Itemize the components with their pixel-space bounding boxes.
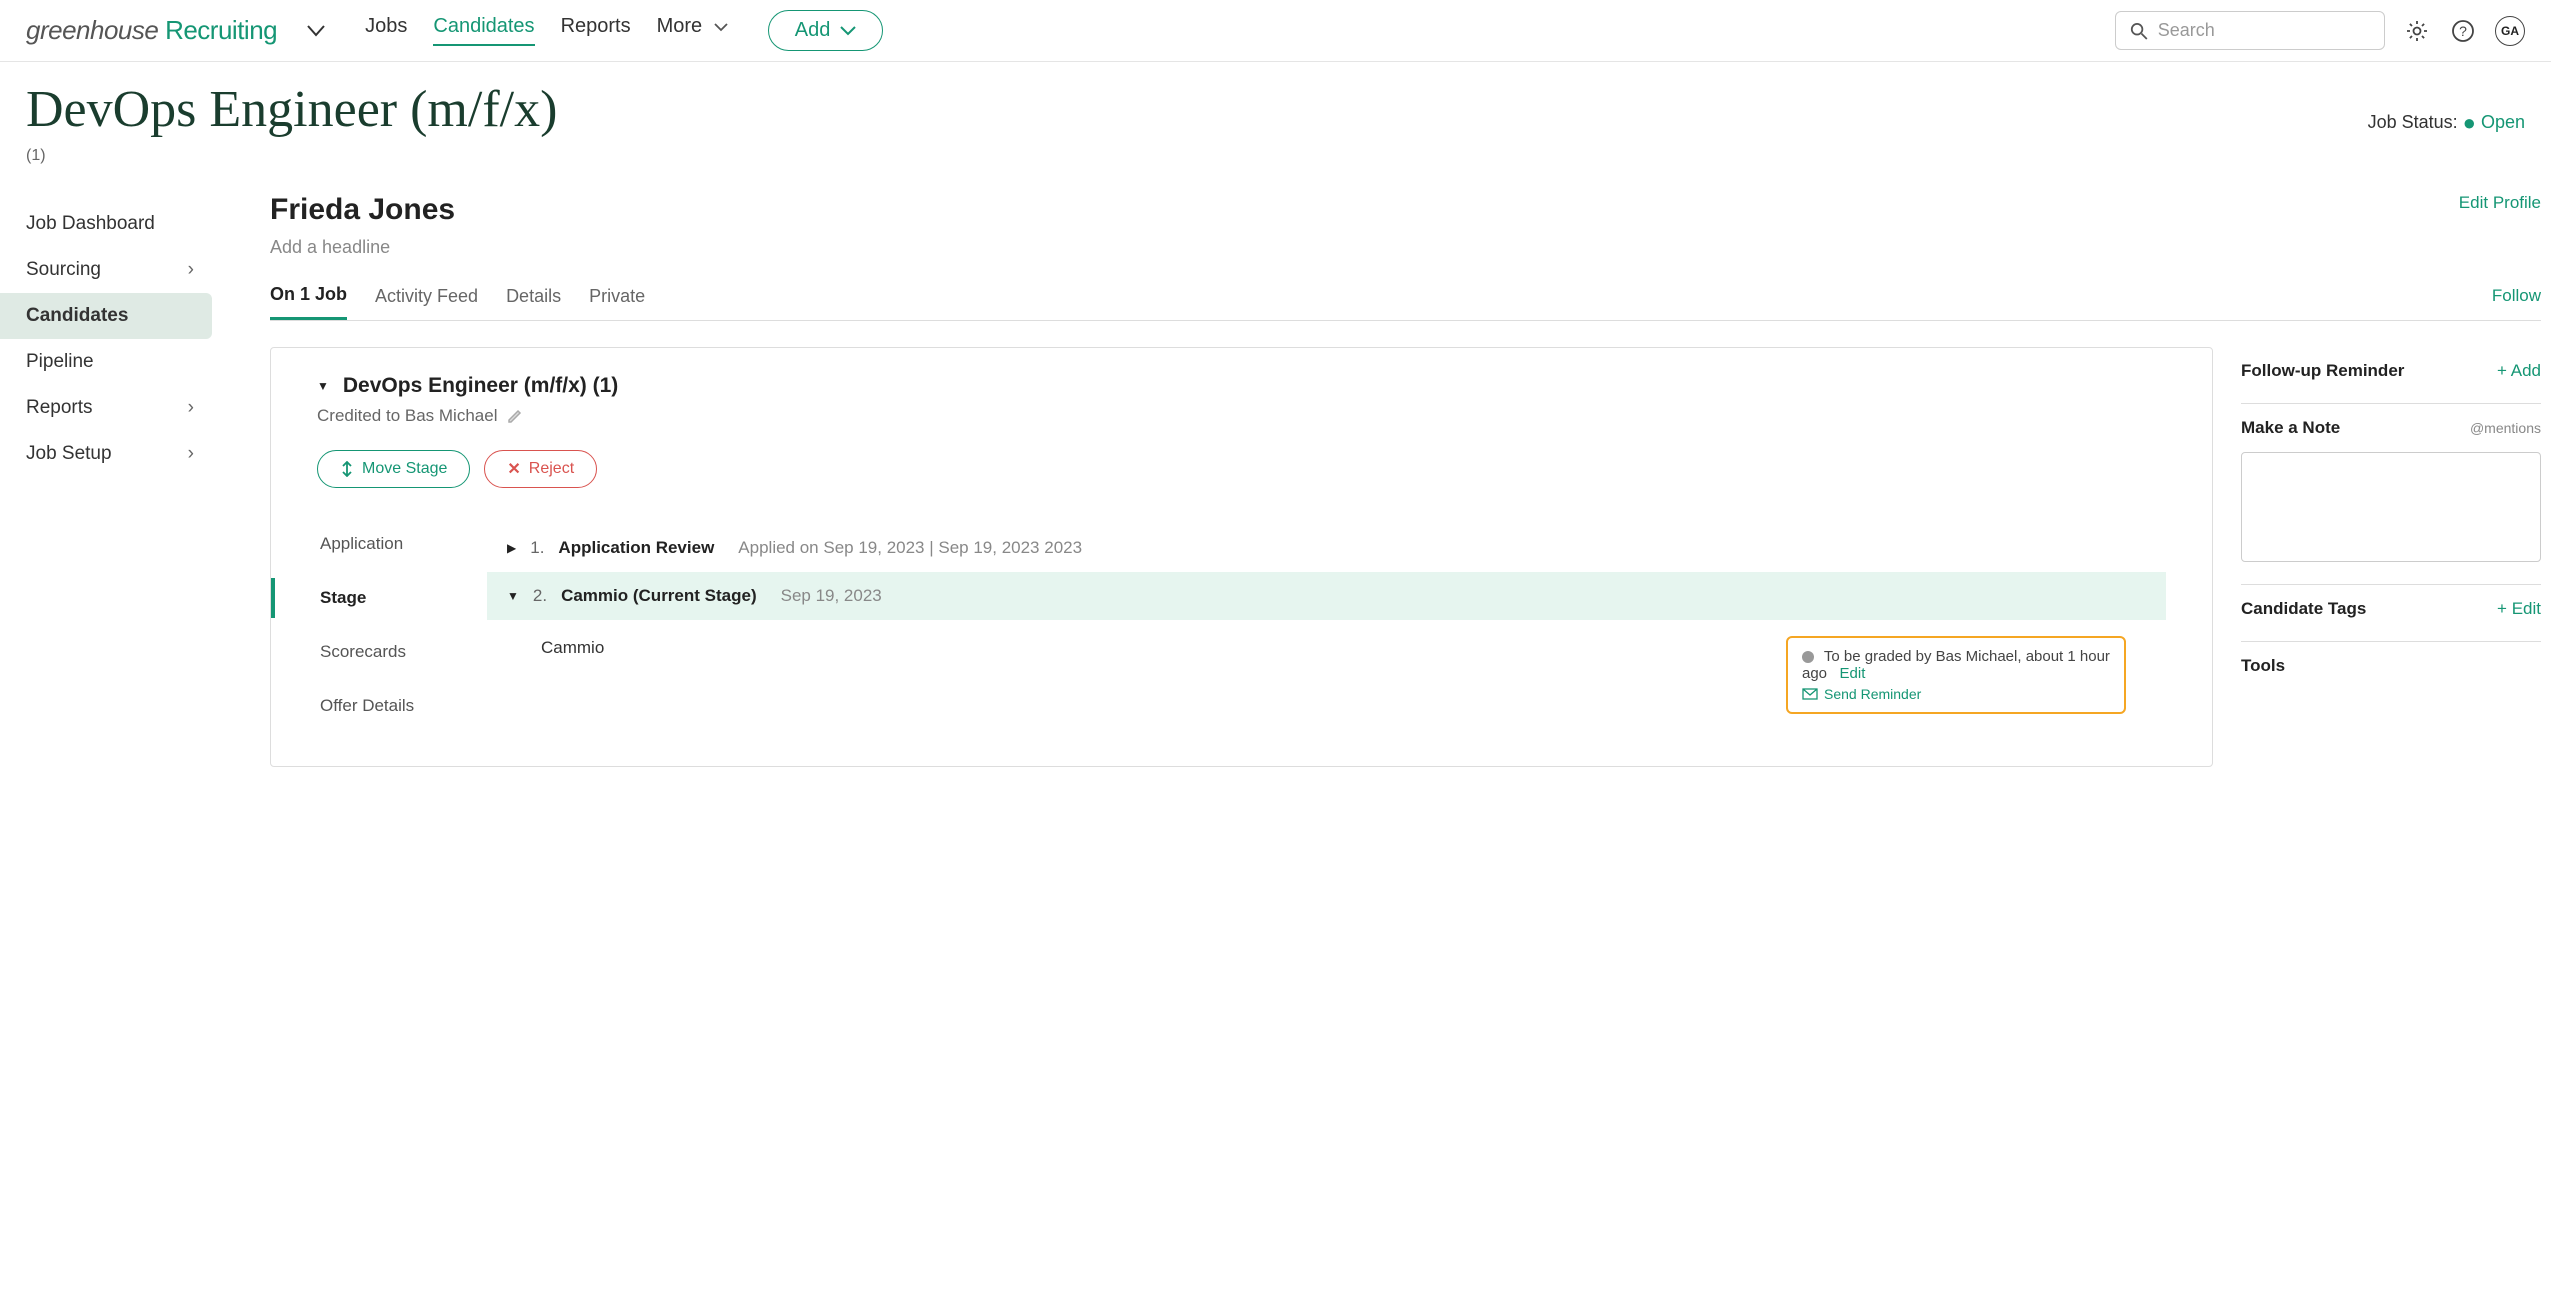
search-input[interactable] bbox=[2158, 20, 2370, 41]
help-icon: ? bbox=[2451, 19, 2475, 43]
sub-stage-label: Cammio bbox=[541, 628, 604, 658]
page-title: DevOps Engineer (m/f/x) bbox=[26, 80, 557, 139]
tab-on-job[interactable]: On 1 Job bbox=[270, 284, 347, 320]
chevron-right-icon: › bbox=[188, 443, 194, 465]
pencil-icon bbox=[507, 408, 523, 424]
chevron-down-icon bbox=[714, 23, 728, 32]
stage-nav-scorecards[interactable]: Scorecards bbox=[320, 632, 487, 672]
sidebar-item-pipeline[interactable]: Pipeline bbox=[0, 339, 220, 385]
brand-part2: Recruiting bbox=[158, 15, 277, 45]
sub-count: (1) bbox=[0, 147, 2551, 173]
sidebar-item-setup[interactable]: Job Setup › bbox=[0, 431, 220, 477]
edit-grading-link[interactable]: Edit bbox=[1840, 665, 1866, 682]
stage-label: Cammio (Current Stage) bbox=[561, 586, 757, 606]
move-stage-button[interactable]: Move Stage bbox=[317, 450, 470, 488]
stage-nav-application[interactable]: Application bbox=[320, 524, 487, 564]
stage-meta: Sep 19, 2023 bbox=[781, 586, 882, 606]
stage-number: 2. bbox=[533, 586, 547, 606]
nav-jobs[interactable]: Jobs bbox=[365, 15, 407, 46]
job-status-label: Job Status: bbox=[2368, 112, 2463, 132]
avatar-initials: GA bbox=[2501, 24, 2519, 38]
close-icon: ✕ bbox=[507, 459, 520, 479]
add-button-label: Add bbox=[795, 19, 831, 42]
follow-link[interactable]: Follow bbox=[2492, 286, 2541, 318]
nav-candidates[interactable]: Candidates bbox=[433, 15, 534, 46]
status-dot-icon bbox=[1802, 651, 1814, 663]
grading-highlight-box: To be graded by Bas Michael, about 1 hou… bbox=[1786, 636, 2126, 714]
search-box[interactable] bbox=[2115, 11, 2385, 50]
chevron-right-icon: › bbox=[188, 397, 194, 419]
collapse-icon[interactable]: ▼ bbox=[317, 379, 329, 393]
note-heading: Make a Note bbox=[2241, 418, 2340, 438]
gear-icon bbox=[2405, 19, 2429, 43]
move-stage-label: Move Stage bbox=[362, 460, 447, 478]
mail-icon bbox=[1802, 688, 1818, 700]
job-status: Job Status: ● Open bbox=[2368, 110, 2525, 136]
tab-activity[interactable]: Activity Feed bbox=[375, 286, 478, 319]
chevron-right-icon: › bbox=[188, 259, 194, 281]
status-dot-icon: ● bbox=[2463, 110, 2476, 135]
edit-tags-link[interactable]: + Edit bbox=[2497, 599, 2541, 619]
nav-more-label: More bbox=[657, 15, 703, 37]
brand-logo[interactable]: greenhouse Recruiting bbox=[26, 15, 277, 46]
stage-row-2[interactable]: ▼ 2. Cammio (Current Stage) Sep 19, 2023 bbox=[487, 572, 2166, 620]
reject-label: Reject bbox=[529, 460, 574, 478]
job-card-title: DevOps Engineer (m/f/x) (1) bbox=[343, 374, 618, 398]
credited-text: Credited to Bas Michael bbox=[317, 406, 497, 426]
sidebar-item-reports[interactable]: Reports › bbox=[0, 385, 220, 431]
stage-row-1[interactable]: ▶ 1. Application Review Applied on Sep 1… bbox=[487, 524, 2166, 572]
brand-dropdown-caret[interactable] bbox=[307, 25, 325, 37]
help-button[interactable]: ? bbox=[2449, 17, 2477, 45]
edit-credited-button[interactable] bbox=[507, 408, 523, 424]
mentions-hint: @mentions bbox=[2470, 420, 2541, 436]
user-avatar[interactable]: GA bbox=[2495, 16, 2525, 46]
collapse-icon: ▼ bbox=[507, 589, 519, 603]
tags-heading: Candidate Tags bbox=[2241, 599, 2366, 619]
expand-icon: ▶ bbox=[507, 541, 516, 555]
nav-more[interactable]: More bbox=[657, 15, 728, 46]
stage-nav-stage[interactable]: Stage bbox=[271, 578, 487, 618]
add-headline[interactable]: Add a headline bbox=[270, 237, 455, 258]
sidebar-item-sourcing[interactable]: Sourcing › bbox=[0, 247, 220, 293]
nav-reports[interactable]: Reports bbox=[561, 15, 631, 46]
tools-heading: Tools bbox=[2241, 656, 2285, 676]
sidebar-item-label: Reports bbox=[26, 397, 93, 419]
send-reminder-label: Send Reminder bbox=[1824, 686, 1921, 702]
stage-nav-offer[interactable]: Offer Details bbox=[320, 686, 487, 726]
candidate-name: Frieda Jones bbox=[270, 193, 455, 227]
add-followup-link[interactable]: + Add bbox=[2497, 361, 2541, 381]
search-icon bbox=[2130, 21, 2148, 41]
tab-private[interactable]: Private bbox=[589, 286, 645, 319]
stage-label: Application Review bbox=[558, 538, 714, 558]
svg-text:?: ? bbox=[2459, 23, 2467, 39]
settings-button[interactable] bbox=[2403, 17, 2431, 45]
stage-number: 1. bbox=[530, 538, 544, 558]
sidebar-item-dashboard[interactable]: Job Dashboard bbox=[0, 201, 220, 247]
chevron-down-icon bbox=[840, 26, 856, 36]
sidebar-item-label: Sourcing bbox=[26, 259, 101, 281]
move-icon bbox=[340, 461, 354, 477]
send-reminder-link[interactable]: Send Reminder bbox=[1802, 686, 2110, 702]
note-textarea[interactable] bbox=[2241, 452, 2541, 562]
sidebar-item-candidates[interactable]: Candidates bbox=[0, 293, 212, 339]
job-status-value: Open bbox=[2481, 112, 2525, 132]
tab-details[interactable]: Details bbox=[506, 286, 561, 319]
brand-part1: greenhouse bbox=[26, 15, 158, 45]
followup-heading: Follow-up Reminder bbox=[2241, 361, 2404, 381]
reject-button[interactable]: ✕ Reject bbox=[484, 450, 597, 488]
stage-meta: Applied on Sep 19, 2023 | Sep 19, 2023 2… bbox=[738, 538, 1082, 558]
edit-profile-link[interactable]: Edit Profile bbox=[2459, 193, 2541, 213]
add-button[interactable]: Add bbox=[768, 10, 884, 51]
sidebar-item-label: Job Setup bbox=[26, 443, 112, 465]
chevron-down-icon bbox=[307, 25, 325, 37]
